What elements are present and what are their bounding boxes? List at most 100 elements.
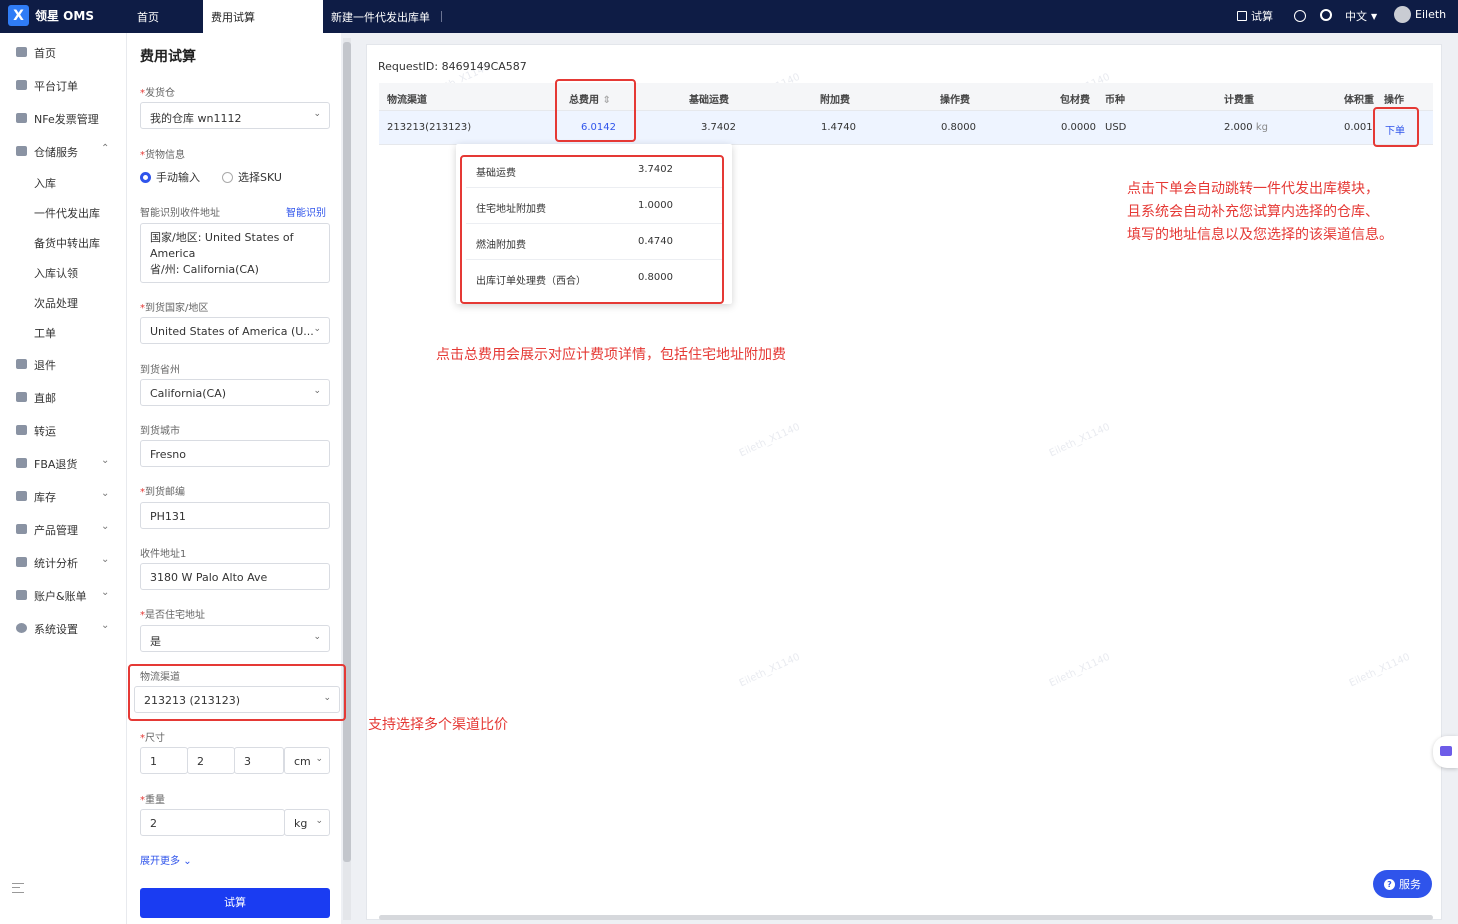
chevron-down-icon: ▼ bbox=[1371, 11, 1378, 21]
highlight-channel-select bbox=[128, 664, 346, 721]
sidebar-item-inbound-claim[interactable]: 入库认领 bbox=[0, 262, 126, 282]
app-logo[interactable]: X 领星 OMS bbox=[8, 5, 94, 26]
collapse-menu-icon[interactable] bbox=[12, 883, 24, 893]
col-charge-weight: 计费重 bbox=[1224, 95, 1254, 106]
language-selector[interactable]: 中文 ▼ bbox=[1345, 8, 1377, 24]
weight-label: *重量 bbox=[140, 795, 165, 806]
chevron-down-icon: ⌄ bbox=[101, 620, 110, 631]
sidebar-item-label: 仓储服务 bbox=[34, 146, 78, 159]
weight-unit-select[interactable]: kg ⌄ bbox=[284, 809, 330, 836]
sidebar-item-stats[interactable]: 统计分析 ⌄ bbox=[0, 552, 126, 572]
tab-home[interactable]: 首页 bbox=[137, 0, 159, 33]
col-volume-weight: 体积重 bbox=[1344, 95, 1374, 106]
download-icon[interactable] bbox=[1294, 10, 1306, 22]
state-label: 到货省州 bbox=[140, 365, 180, 376]
sidebar-item-label: 退件 bbox=[34, 359, 56, 372]
sidebar-item-dropship-outbound[interactable]: 一件代发出库 bbox=[0, 202, 126, 222]
tab-divider bbox=[441, 11, 442, 22]
chevron-down-icon: ⌄ bbox=[101, 521, 110, 532]
service-label: 服务 bbox=[1399, 878, 1421, 891]
chevron-down-icon: ⌄ bbox=[313, 386, 321, 396]
address-textarea[interactable]: 国家/地区: United States of America 省/州: Cal… bbox=[140, 223, 330, 283]
service-button[interactable]: ? 服务 bbox=[1373, 870, 1432, 898]
sidebar-item-ticket[interactable]: 工单 bbox=[0, 322, 126, 342]
zip-label: *到货邮编 bbox=[140, 487, 185, 498]
scrollbar-thumb[interactable] bbox=[343, 42, 351, 862]
size-unit-select[interactable]: cm ⌄ bbox=[284, 747, 330, 774]
chevron-down-icon: ⌄ bbox=[101, 554, 110, 565]
sidebar-item-inbound[interactable]: 入库 bbox=[0, 172, 126, 192]
calc-shortcut[interactable]: 试算 bbox=[1237, 8, 1273, 24]
size-width-input[interactable]: 2 bbox=[187, 747, 235, 774]
invoice-icon bbox=[16, 113, 27, 123]
settings-gear-icon[interactable] bbox=[1320, 9, 1332, 21]
tab-new-outbound[interactable]: 新建一件代发出库单 bbox=[331, 0, 430, 33]
sidebar-item-defective[interactable]: 次品处理 bbox=[0, 292, 126, 312]
sidebar-item-label: 转运 bbox=[34, 425, 56, 438]
address1-input[interactable]: 3180 W Palo Alto Ave bbox=[140, 563, 330, 590]
return-icon bbox=[16, 359, 27, 369]
warehouse-select[interactable]: 我的仓库 wn1112 ⌄ bbox=[140, 102, 330, 129]
radio-manual[interactable] bbox=[140, 171, 151, 183]
weight-input[interactable]: 2 bbox=[140, 809, 285, 836]
language-label: 中文 bbox=[1345, 10, 1367, 23]
request-id: RequestID: 8469149CA587 bbox=[378, 60, 527, 73]
col-currency: 币种 bbox=[1105, 95, 1125, 106]
residential-select[interactable]: 是 ⌄ bbox=[140, 625, 330, 652]
goods-info-label: *货物信息 bbox=[140, 150, 185, 161]
zip-input[interactable]: PH131 bbox=[140, 502, 330, 529]
stats-icon bbox=[16, 557, 27, 567]
sidebar-item-inventory[interactable]: 库存 ⌄ bbox=[0, 486, 126, 506]
side-float-widget[interactable] bbox=[1433, 736, 1458, 768]
table-row: 213213(213123) 6.0142 3.7402 1.4740 0.80… bbox=[379, 111, 1433, 145]
sidebar-item-products[interactable]: 产品管理 ⌄ bbox=[0, 519, 126, 539]
sidebar-item-label: 一件代发出库 bbox=[34, 207, 100, 220]
highlight-fee-detail bbox=[460, 155, 724, 304]
city-input[interactable]: Fresno bbox=[140, 440, 330, 467]
sidebar-item-warehouse[interactable]: 仓储服务 ⌃ bbox=[0, 141, 126, 161]
chevron-down-icon: ⌄ bbox=[315, 754, 323, 764]
sidebar-item-nfe[interactable]: NFe发票管理 bbox=[0, 108, 126, 128]
chevron-down-icon: ⌄ bbox=[183, 856, 192, 867]
country-select[interactable]: United States of America (U... ⌄ bbox=[140, 317, 330, 344]
cell-channel: 213213(213123) bbox=[387, 122, 472, 133]
channel-annotation: 支持选择多个渠道比价 bbox=[368, 717, 508, 733]
sidebar-item-home[interactable]: 首页 bbox=[0, 42, 126, 62]
chevron-down-icon: ⌄ bbox=[315, 816, 323, 826]
sidebar-item-transfer[interactable]: 转运 bbox=[0, 420, 126, 440]
col-action: 操作 bbox=[1384, 95, 1404, 106]
calculate-button[interactable]: 试算 bbox=[140, 888, 330, 918]
chevron-down-icon: ⌄ bbox=[313, 632, 321, 642]
residential-label: *是否住宅地址 bbox=[140, 610, 205, 621]
state-select[interactable]: California(CA) ⌄ bbox=[140, 379, 330, 406]
radio-sku[interactable] bbox=[222, 171, 233, 183]
sidebar-item-account[interactable]: 账户&账单 ⌄ bbox=[0, 585, 126, 605]
size-label: *尺寸 bbox=[140, 733, 165, 744]
sidebar-item-transfer-outbound[interactable]: 备货中转出库 bbox=[0, 232, 126, 252]
fba-icon bbox=[16, 458, 27, 468]
mail-icon bbox=[16, 392, 27, 402]
app-name: 领星 OMS bbox=[35, 9, 94, 23]
sidebar-item-fba-returns[interactable]: FBA退货 ⌄ bbox=[0, 453, 126, 473]
sidebar-item-direct-mail[interactable]: 直邮 bbox=[0, 387, 126, 407]
size-height-input[interactable]: 3 bbox=[234, 747, 284, 774]
highlight-order-action bbox=[1373, 107, 1419, 147]
sidebar-item-platform-orders[interactable]: 平台订单 bbox=[0, 75, 126, 95]
size-length-input[interactable]: 1 bbox=[140, 747, 188, 774]
sidebar-item-label: 直邮 bbox=[34, 392, 56, 405]
tab-fee-calc[interactable]: 费用试算 bbox=[203, 0, 323, 33]
smart-recognize-link[interactable]: 智能识别 bbox=[286, 204, 326, 219]
chevron-down-icon: ⌄ bbox=[313, 324, 321, 334]
settings-icon bbox=[16, 623, 27, 633]
account-icon bbox=[16, 590, 27, 600]
form-title: 费用试算 bbox=[140, 49, 196, 65]
city-label: 到货城市 bbox=[140, 426, 180, 437]
table-hscrollbar[interactable] bbox=[379, 915, 1433, 920]
help-icon: ? bbox=[1384, 878, 1395, 890]
form-scrollbar[interactable] bbox=[343, 38, 351, 920]
sidebar-item-returns[interactable]: 退件 bbox=[0, 354, 126, 374]
expand-more-link[interactable]: 展开更多 ⌄ bbox=[140, 852, 192, 867]
sidebar-item-settings[interactable]: 系统设置 ⌄ bbox=[0, 618, 126, 638]
chevron-down-icon: ⌄ bbox=[101, 587, 110, 598]
user-menu[interactable]: Eileth bbox=[1394, 6, 1446, 23]
